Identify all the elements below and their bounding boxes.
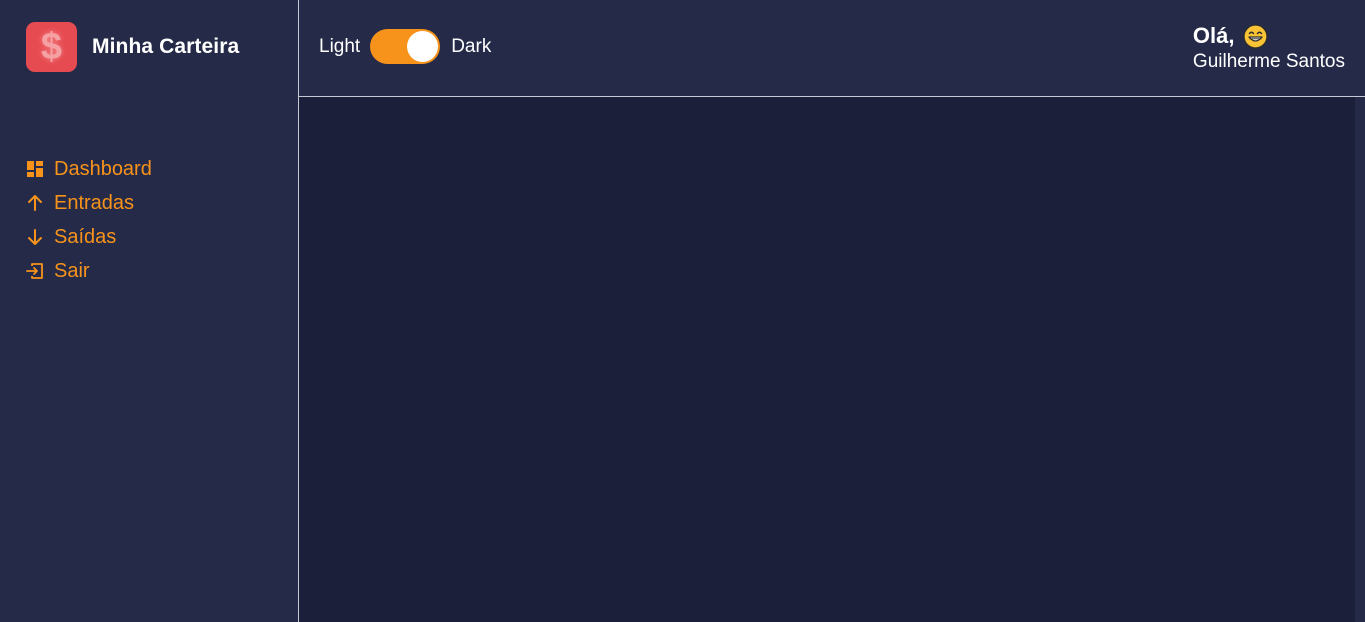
sidebar-item-dashboard[interactable]: Dashboard <box>26 152 152 186</box>
theme-switch[interactable] <box>370 29 441 64</box>
sidebar-item-label: Saídas <box>54 225 117 248</box>
dark-label: Dark <box>451 35 492 57</box>
app: $ Minha Carteira Dashboard Entradas Saíd… <box>0 0 1365 622</box>
sidebar-item-label: Entradas <box>54 191 135 214</box>
user-name: Guilherme Santos <box>1192 51 1345 72</box>
dollar-logo-icon: $ <box>26 22 77 72</box>
arrow-up-icon <box>26 194 44 212</box>
user-greeting: Olá, Guilherme Santos <box>1193 22 1345 73</box>
switch-knob <box>407 31 439 62</box>
sidebar-item-label: Sair <box>54 259 90 282</box>
brand: $ Minha Carteira <box>26 22 239 72</box>
top-header: Light Dark Olá, Guilherme Santos <box>299 0 1365 97</box>
greeting-text: Olá, <box>1192 23 1235 48</box>
logo-symbol: $ <box>40 26 63 68</box>
sidebar: $ Minha Carteira Dashboard Entradas Saíd… <box>0 0 299 622</box>
sidebar-item-label: Dashboard <box>54 157 152 180</box>
exit-icon <box>26 262 44 280</box>
main-content <box>299 97 1355 622</box>
light-label: Light <box>319 35 361 57</box>
sidebar-nav: Dashboard Entradas Saídas Sair <box>26 152 152 288</box>
arrow-down-icon <box>26 228 44 246</box>
sidebar-item-entradas[interactable]: Entradas <box>26 186 152 220</box>
scrollbar[interactable] <box>1355 97 1365 622</box>
sidebar-item-sair[interactable]: Sair <box>26 254 152 288</box>
sidebar-item-saidas[interactable]: Saídas <box>26 220 152 254</box>
grinning-face-icon <box>1242 23 1268 49</box>
app-title: Minha Carteira <box>92 35 240 58</box>
dashboard-icon <box>26 160 44 178</box>
theme-toggle: Light Dark <box>319 29 491 64</box>
